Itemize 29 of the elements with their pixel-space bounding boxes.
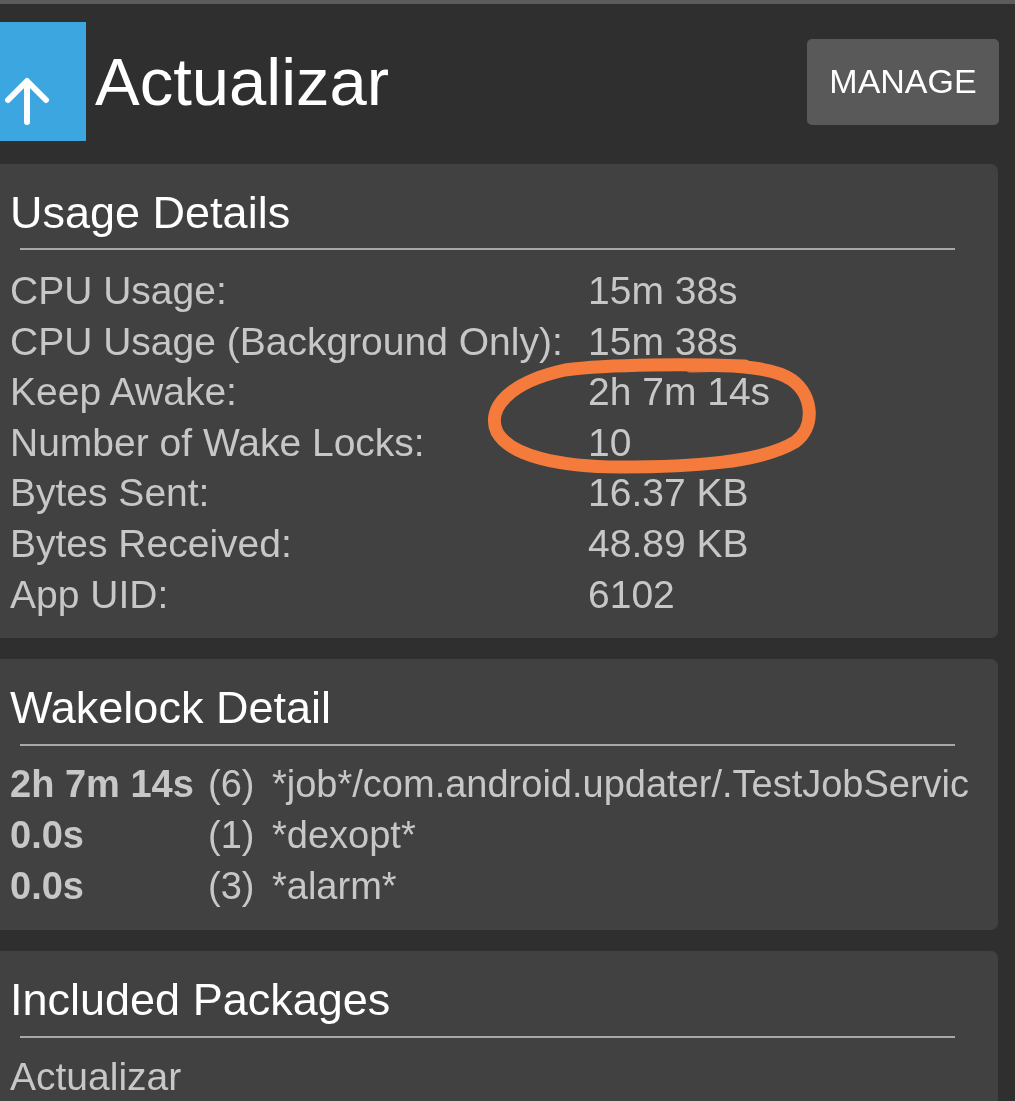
detail-value: 16.37 KB: [588, 470, 749, 517]
package-name: Actualizar: [10, 1054, 182, 1101]
wakelock-name: *alarm*: [272, 864, 397, 910]
wakelock-count: (6): [208, 762, 255, 808]
section-title: Included Packages: [10, 975, 391, 1026]
detail-label: App UID:: [10, 571, 169, 618]
detail-label: Keep Awake:: [10, 369, 237, 416]
detail-value: 2h 7m 14s: [588, 369, 771, 416]
detail-value: 6102: [588, 571, 675, 618]
wakelock-time: 0.0s: [10, 813, 84, 859]
wakelock-name: *dexopt*: [272, 813, 416, 859]
detail-value: 15m 38s: [588, 268, 738, 314]
detail-value: 10: [588, 419, 632, 466]
detail-label: CPU Usage:: [10, 268, 227, 314]
detail-value: 15m 38s: [588, 318, 738, 365]
wakelock-count: (1): [208, 813, 255, 859]
wakelock-time: 2h 7m 14s: [10, 762, 194, 808]
screen-title: Actualizar: [95, 44, 390, 119]
manage-button[interactable]: MANAGE: [807, 38, 999, 125]
wakelock-count: (3): [208, 864, 255, 910]
wakelock-name: *job*/com.android.updater/.TestJobServic: [272, 762, 970, 808]
section-title: Usage Details: [10, 188, 291, 238]
wakelock-time: 0.0s: [10, 864, 84, 910]
detail-value: 48.89 KB: [588, 520, 749, 567]
section-title: Wakelock Detail: [10, 683, 331, 734]
detail-label: Bytes Received:: [10, 520, 292, 567]
detail-label: CPU Usage (Background Only):: [10, 318, 563, 365]
detail-label: Number of Wake Locks:: [10, 419, 425, 466]
detail-label: Bytes Sent:: [10, 470, 210, 517]
